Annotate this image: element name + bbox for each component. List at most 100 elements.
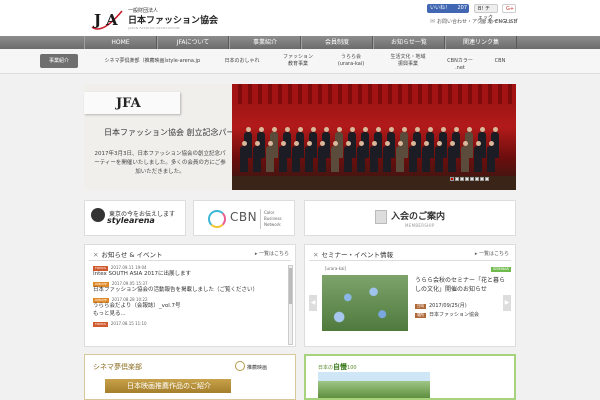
list-item[interactable]: TOPICS 2017.08.15 11:10 (93, 321, 289, 327)
subnav-urara[interactable]: うらら会 (urara-kai) (330, 54, 372, 68)
hatena-bookmark-button[interactable]: B! チェック (474, 4, 498, 21)
news-title-label: お知らせ & イベント (101, 251, 163, 259)
subnav-oshare[interactable]: 日本のおしゃれ (222, 58, 262, 65)
gnav-news[interactable]: お知らせ一覧 (373, 36, 445, 49)
cbn-divider (260, 209, 261, 229)
guest-figure (331, 141, 339, 172)
jp-bold: 自慢 (333, 363, 348, 371)
gnav-about[interactable]: JFAについて (157, 36, 229, 49)
guest-figure (253, 141, 261, 172)
slider-dot[interactable] (460, 177, 464, 181)
svg-text:J: J (92, 11, 101, 29)
guest-figure (370, 141, 378, 172)
hero-title[interactable]: 日本ファッション協会 創立記念パーティー (104, 127, 258, 138)
news-panel: ✕ お知らせ & イベント ▸ 一覧はこちら TOPICS 2017.09.11 1… (84, 244, 296, 347)
site-logo[interactable]: J A 一般財団法人 日本ファッション協会 JAPAN FASHION ASSO… (88, 5, 238, 33)
prev-arrow-icon[interactable]: ◀ (309, 295, 317, 311)
slider-dot[interactable] (485, 177, 489, 181)
gnav-links[interactable]: 関連リンク集 (445, 36, 517, 49)
cinema-gold-bar: 日本映画推薦作品のご紹介 (105, 379, 231, 393)
subnav-cbn-color[interactable]: CBNカラー .net (442, 58, 478, 72)
membership-title: 入会のご案内 (391, 212, 446, 222)
cinema-banner[interactable]: シネマ夢倶楽部 日本映画推薦作品のご紹介 推薦映画 (84, 354, 296, 400)
gnav-membership[interactable]: 会員制度 (301, 36, 373, 49)
guest-figure (383, 141, 391, 172)
news-scrollbar[interactable] (288, 265, 293, 345)
japan-pride-banner[interactable]: 日本の自慢100 (304, 354, 516, 400)
bullet-icon: ✕ (93, 251, 99, 259)
recommend-emblem-icon (235, 361, 245, 371)
membership-banner[interactable]: 入会のご案内 MEMBERSHIP (304, 200, 516, 236)
news-panel-title: ✕ お知らせ & イベント (93, 249, 163, 259)
facebook-like-button[interactable]: いいね！ 207 (427, 4, 469, 13)
subnav-cbn[interactable]: CBN (490, 58, 510, 65)
news-more-label: 一覧はこちら (258, 251, 289, 257)
gplus-button[interactable]: G+ (502, 4, 516, 13)
news-text: Intex SOUTH ASIA 2017に出展します (93, 271, 192, 277)
guest-figure (279, 141, 287, 172)
event-place: 日本ファッション協会 (429, 312, 480, 318)
cbn-name: CBN (230, 210, 258, 224)
recommend-label: 推薦映画 (247, 365, 268, 371)
event-title[interactable]: うらら会秋のセミナー「花と暮らしの文化」開催のお知らせ (415, 276, 507, 294)
place-label: 場所 (415, 313, 426, 318)
stage-curtain (232, 84, 516, 104)
cbn-sub: Color Business Network (264, 210, 282, 227)
list-item[interactable]: TOPICS 2017.09.11 19:04 Intex SOUTH ASIA … (93, 265, 289, 278)
subnav-education[interactable]: ファッション 教育事業 (278, 54, 318, 68)
fb-like-label: いいね！ (430, 5, 451, 11)
guest-figure (396, 141, 404, 172)
subnav-style-arena[interactable]: style-arena.jp (158, 58, 208, 65)
svg-text:A: A (105, 11, 118, 29)
events-more-label: 一覧はこちら (478, 251, 509, 257)
guest-figure (357, 141, 365, 172)
hero-tag-logo: JFA (116, 96, 141, 111)
hero-description: 2017年3月3日、日本ファッション協会の創立記念パーティーを開催いたしました。… (94, 151, 226, 175)
global-nav: HOME JFAについて 事業紹介 会員制度 お知らせ一覧 関連リンク集 (0, 36, 600, 49)
guest-figure (409, 141, 417, 172)
slider-dot[interactable] (465, 177, 469, 181)
event-photo[interactable] (322, 275, 408, 331)
slider-dots (450, 166, 490, 185)
hero-photo[interactable] (232, 84, 516, 190)
guest-figure (422, 141, 430, 172)
date-label: 日時 (415, 304, 426, 309)
bullet-icon: ✕ (313, 251, 319, 259)
english-link[interactable]: ◍ ENGLISH (488, 18, 517, 25)
globe-icon: ◍ (488, 18, 494, 25)
event-place-row: 場所 日本ファッション協会 (415, 312, 479, 319)
membership-sub: MEMBERSHIP (405, 223, 435, 228)
mail-icon: ✉ (430, 18, 436, 25)
slider-dot[interactable] (475, 177, 479, 181)
events-panel: ✕ セミナー・イベント情報 ▸ 一覧はこちら ◀ ▶ [urara-kai] SE… (304, 244, 516, 347)
next-arrow-icon[interactable]: ▶ (503, 295, 511, 311)
guest-figure (305, 141, 313, 172)
hero-caption: JFA 日本ファッション協会 創立記念パーティー 2017年3月3日、日本ファッ… (84, 84, 258, 190)
field-photo (318, 372, 430, 398)
events-more-link[interactable]: ▸ 一覧はこちら (475, 250, 509, 257)
gnav-business[interactable]: 事業紹介 (229, 36, 301, 49)
style-arena-name: stylearena (107, 216, 155, 225)
news-more-link[interactable]: ▸ 一覧はこちら (255, 250, 289, 257)
logo-line2: 日本ファッション協会 (128, 16, 219, 26)
cinema-gold-text: 日本映画推薦作品のご紹介 (127, 382, 211, 390)
cinema-brand: シネマ夢倶楽部 (93, 363, 142, 371)
slider-dot[interactable] (455, 177, 459, 181)
gnav-home[interactable]: HOME (84, 36, 157, 49)
english-link-label: ENGLISH (495, 19, 518, 25)
site-header: J A 一般財団法人 日本ファッション協会 JAPAN FASHION ASSO… (0, 0, 600, 36)
style-arena-banner[interactable]: 東京の今をお伝えします stylearena (84, 200, 186, 236)
jfa-logo-icon: J A (91, 10, 123, 30)
cbn-banner[interactable]: CBN Color Business Network (193, 200, 295, 236)
list-item[interactable]: UPDATE 2017.09.05 15:37 日本ファッション協会の活動報告を掲… (93, 281, 289, 294)
scrollbar-thumb[interactable] (289, 268, 292, 304)
list-item[interactable]: UPDATE 2017.08.28 10:22 うらら会だより（会報誌）_vol.… (93, 297, 289, 318)
subnav-lifestyle[interactable]: 生活文化・地域 振興事業 (386, 54, 430, 68)
japan-pride-title: 日本の自慢100 (318, 362, 357, 372)
slider-dot[interactable] (470, 177, 474, 181)
slider-dot[interactable] (480, 177, 484, 181)
subnav-business[interactable]: 事業紹介 (40, 54, 78, 68)
event-date: 2017/09/25(月) (429, 303, 467, 309)
guest-figure (266, 141, 274, 172)
slider-dot[interactable] (450, 177, 454, 181)
